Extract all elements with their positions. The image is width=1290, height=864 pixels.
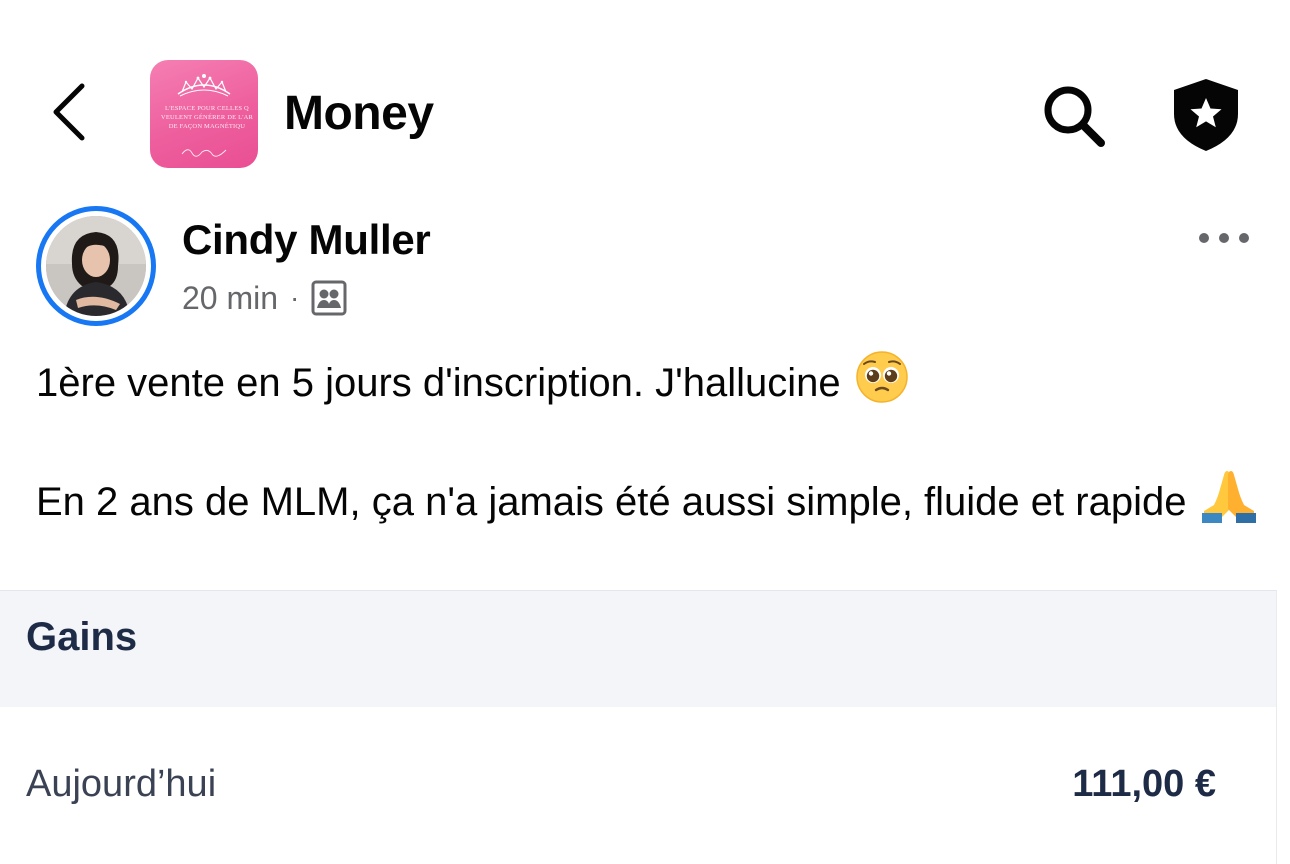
post-image-attachment[interactable]: Gains Aujourd’hui 111,00 € — [0, 590, 1277, 864]
avatar[interactable] — [46, 216, 146, 316]
gains-row-label: Aujourd’hui — [26, 763, 217, 805]
pleading-face-emoji — [855, 350, 909, 423]
more-dots-icon — [1199, 233, 1249, 243]
screen: L'ESPACE POUR CELLES Q VEULENT GÉNÉRER D… — [0, 0, 1290, 864]
post-line-2: En 2 ans de MLM, ça n'a jamais été aussi… — [36, 467, 1266, 542]
avatar-photo — [46, 216, 146, 316]
group-title[interactable]: Money — [284, 86, 434, 141]
post-text: 1ère vente en 5 jours d'inscription. J'h… — [36, 350, 1266, 542]
post-line-1: 1ère vente en 5 jours d'inscription. J'h… — [36, 350, 1266, 423]
gains-title: Gains — [26, 615, 138, 659]
group-cover-image[interactable]: L'ESPACE POUR CELLES Q VEULENT GÉNÉRER D… — [150, 60, 258, 168]
group-cover-text: L'ESPACE POUR CELLES Q VEULENT GÉNÉRER D… — [160, 105, 254, 130]
meta-separator: · — [290, 282, 300, 313]
search-icon — [1044, 86, 1105, 147]
gains-header-band: Gains — [0, 591, 1276, 707]
tiara-icon — [177, 74, 231, 97]
chevron-left-icon — [53, 83, 85, 141]
back-button[interactable] — [44, 80, 96, 144]
admin-shield-button[interactable] — [1170, 76, 1242, 154]
search-button[interactable] — [1040, 82, 1108, 150]
group-members-icon — [311, 280, 347, 316]
post-more-button[interactable] — [1196, 224, 1252, 252]
author-name[interactable]: Cindy Muller — [182, 216, 431, 264]
post-time[interactable]: 20 min — [182, 280, 278, 317]
folded-hands-emoji — [1200, 467, 1258, 542]
post-meta: 20 min · — [182, 278, 347, 318]
shield-star-icon — [1174, 79, 1238, 151]
signature-mark — [181, 149, 227, 157]
gains-row-value: 111,00 € — [1072, 763, 1216, 805]
